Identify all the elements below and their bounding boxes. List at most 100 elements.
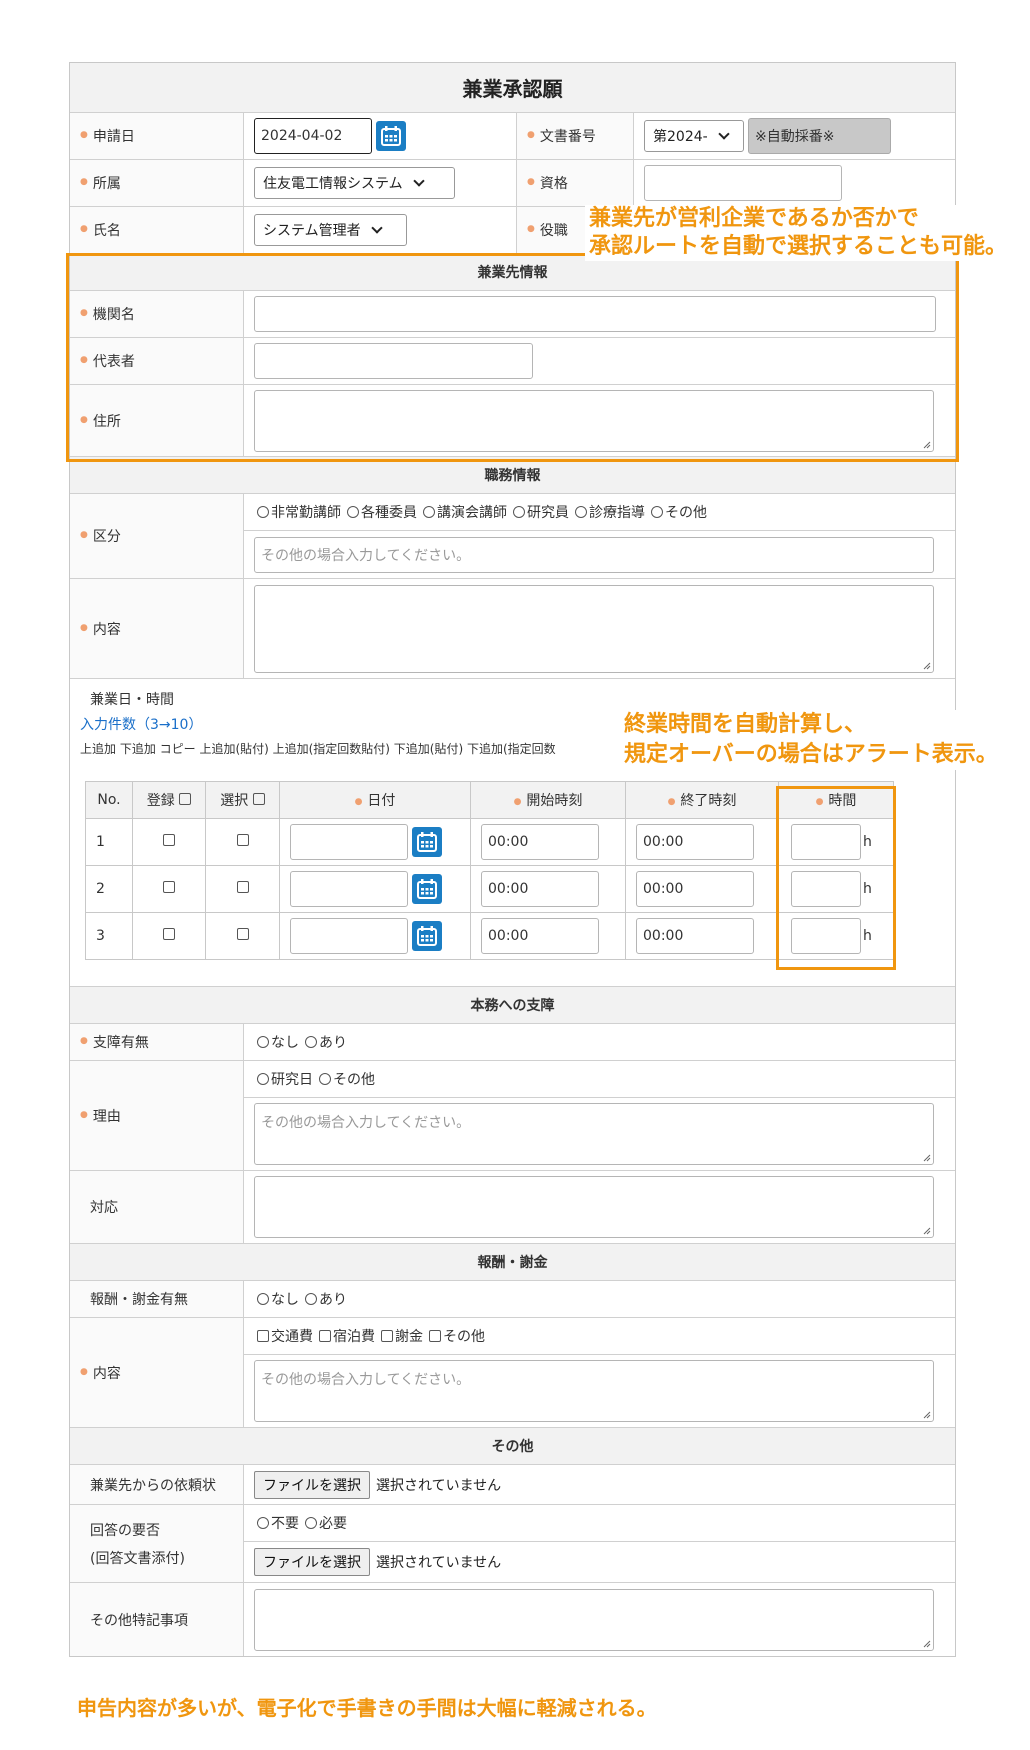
radio-option[interactable]: 研究日 bbox=[257, 1069, 313, 1089]
reward-content-options: 交通費 宿泊費 謝金 その他 bbox=[244, 1318, 955, 1355]
table-row: 2 00:00 00:00 h bbox=[85, 865, 894, 913]
label-qual: ● 資格 bbox=[516, 160, 634, 206]
impact-response-textarea[interactable] bbox=[254, 1176, 934, 1238]
label-date: ● 申請日 bbox=[70, 113, 244, 159]
checkbox-option[interactable]: その他 bbox=[429, 1326, 485, 1346]
checkbox-option[interactable]: 宿泊費 bbox=[319, 1326, 375, 1346]
radio-option[interactable]: 各種委員 bbox=[347, 502, 417, 522]
radio-option[interactable]: なし bbox=[257, 1289, 299, 1309]
radio-option[interactable]: 必要 bbox=[305, 1513, 347, 1533]
row-duty-content: ● 内容 bbox=[70, 579, 955, 679]
select-all-register-checkbox[interactable] bbox=[179, 793, 192, 805]
register-checkbox[interactable] bbox=[163, 928, 175, 940]
schedule-table: No. 登録 選択 ● 日付 ● 開始時刻 ● 終了時刻 ● 時間 1 00:00 00… bbox=[85, 781, 894, 960]
radio-option[interactable]: あり bbox=[305, 1032, 347, 1052]
select-checkbox[interactable] bbox=[236, 881, 249, 893]
radio-option[interactable]: その他 bbox=[319, 1069, 375, 1089]
checkbox-option[interactable]: 交通費 bbox=[257, 1326, 313, 1346]
row-notes: その他特記事項 bbox=[70, 1583, 955, 1656]
duty-kind-options: 非常勤講師 各種委員 講演会講師 研究員 診療指導 その他 bbox=[244, 494, 955, 531]
resize-grip-icon[interactable] bbox=[921, 1638, 931, 1648]
date-input[interactable]: 2024-04-02 bbox=[254, 118, 372, 154]
calendar-icon[interactable] bbox=[412, 874, 442, 904]
start-time-input[interactable]: 00:00 bbox=[481, 871, 599, 907]
file-status: 選択されていません bbox=[376, 1477, 502, 1494]
radio-option[interactable]: あり bbox=[305, 1289, 347, 1309]
radio-option[interactable]: その他 bbox=[651, 502, 707, 522]
section-header-other: その他 bbox=[70, 1428, 955, 1465]
radio-option[interactable]: 診療指導 bbox=[575, 502, 645, 522]
chevron-down-icon bbox=[412, 174, 425, 187]
calendar-icon[interactable] bbox=[412, 921, 442, 951]
row-request-letter: 兼業先からの依頼状 ファイルを選択 選択されていません bbox=[70, 1465, 955, 1505]
row-impact-reason: ● 理由 研究日 その他 その他の場合入力してください。 bbox=[70, 1061, 955, 1171]
chevron-down-icon bbox=[370, 221, 383, 234]
radio-option[interactable]: 講演会講師 bbox=[423, 502, 507, 522]
select-checkbox[interactable] bbox=[236, 834, 249, 846]
impact-reason-options: 研究日 その他 bbox=[244, 1061, 955, 1098]
name-select[interactable]: システム管理者 bbox=[254, 214, 407, 246]
table-header-row: No. 登録 選択 ● 日付 ● 開始時刻 ● 終了時刻 ● 時間 bbox=[85, 781, 894, 819]
form-title: 兼業承認願 bbox=[70, 63, 955, 113]
checkbox-option[interactable]: 謝金 bbox=[381, 1326, 423, 1346]
select-checkbox[interactable] bbox=[236, 928, 249, 940]
org-select[interactable]: 住友電工情報システム bbox=[254, 167, 455, 199]
section-header-impact: 本務への支障 bbox=[70, 987, 955, 1024]
row-date-docno: ● 申請日 2024-04-02 ● 文書番号 第2024- ※自動採番※ bbox=[70, 113, 955, 160]
file-select-button[interactable]: ファイルを選択 bbox=[254, 1548, 370, 1576]
row-reward-content: ● 内容 交通費 宿泊費 謝金 その他 その他の場合入力してください。 bbox=[70, 1318, 955, 1428]
end-time-input[interactable]: 00:00 bbox=[636, 871, 754, 907]
register-checkbox[interactable] bbox=[163, 881, 175, 893]
chevron-down-icon bbox=[718, 127, 730, 140]
calendar-icon[interactable] bbox=[376, 121, 406, 151]
notes-textarea[interactable] bbox=[254, 1588, 934, 1651]
start-time-input[interactable]: 00:00 bbox=[481, 918, 599, 954]
resize-grip-icon[interactable] bbox=[921, 1409, 931, 1419]
table-row: 3 00:00 00:00 h bbox=[85, 912, 894, 960]
highlight-box-employer bbox=[66, 253, 959, 462]
impact-reason-textarea[interactable]: その他の場合入力してください。 bbox=[254, 1103, 934, 1165]
docno-select[interactable]: 第2024- bbox=[644, 120, 744, 152]
qual-input[interactable] bbox=[644, 165, 842, 201]
date-input[interactable] bbox=[290, 918, 408, 954]
row-reward-has: 報酬・謝金有無 なし あり bbox=[70, 1281, 955, 1318]
row-impact-has: ● 支障有無 なし あり bbox=[70, 1024, 955, 1061]
date-input[interactable] bbox=[290, 824, 408, 860]
duty-kind-other-input[interactable]: その他の場合入力してください。 bbox=[254, 536, 934, 573]
reply-options: 不要 必要 bbox=[244, 1505, 955, 1542]
radio-option[interactable]: なし bbox=[257, 1032, 299, 1052]
row-impact-response: 対応 bbox=[70, 1171, 955, 1244]
section-header-duty: 職務情報 bbox=[70, 457, 955, 494]
label-name: ● 氏名 bbox=[70, 207, 244, 253]
highlight-box-hours bbox=[776, 786, 896, 970]
resize-grip-icon[interactable] bbox=[921, 1152, 931, 1162]
register-checkbox[interactable] bbox=[163, 834, 175, 846]
select-all-checkbox[interactable] bbox=[252, 793, 265, 805]
row-org-qual: ● 所属 住友電工情報システム ● 資格 bbox=[70, 160, 955, 207]
start-time-input[interactable]: 00:00 bbox=[481, 824, 599, 860]
reward-content-textarea[interactable]: その他の場合入力してください。 bbox=[254, 1360, 934, 1422]
schedule-count-link[interactable]: 入力件数（3→10） bbox=[80, 714, 202, 734]
radio-option[interactable]: 研究員 bbox=[513, 502, 569, 522]
resize-grip-icon[interactable] bbox=[921, 660, 931, 670]
reward-has-options: なし あり bbox=[244, 1281, 347, 1317]
date-input[interactable] bbox=[290, 871, 408, 907]
impact-has-options: なし あり bbox=[244, 1024, 347, 1060]
end-time-input[interactable]: 00:00 bbox=[636, 918, 754, 954]
end-time-input[interactable]: 00:00 bbox=[636, 824, 754, 860]
annotation-hours: 終業時間を自動計算し、 規定オーバーの場合はアラート表示。 bbox=[620, 710, 1002, 770]
file-select-button[interactable]: ファイルを選択 bbox=[254, 1470, 370, 1499]
docno-auto-field: ※自動採番※ bbox=[748, 118, 891, 154]
calendar-icon[interactable] bbox=[412, 827, 442, 857]
radio-option[interactable]: 不要 bbox=[257, 1513, 299, 1533]
label-org: ● 所属 bbox=[70, 160, 244, 206]
resize-grip-icon[interactable] bbox=[921, 1225, 931, 1235]
row-reply-required: 回答の要否 (回答文書添付) 不要 必要 ファイルを選択 選択されていません bbox=[70, 1505, 955, 1583]
file-status: 選択されていません bbox=[376, 1555, 502, 1571]
schedule-heading: 兼業日・時間 bbox=[90, 692, 174, 708]
duty-content-textarea[interactable] bbox=[254, 584, 934, 673]
row-duty-kind: ● 区分 非常勤講師 各種委員 講演会講師 研究員 診療指導 その他 その他の場合… bbox=[70, 494, 955, 579]
table-row: 1 00:00 00:00 h bbox=[85, 818, 894, 866]
schedule-actions[interactable]: 上追加 下追加 コピー 上追加(貼付) 上追加(指定回数貼付) 下追加(貼付) … bbox=[80, 740, 628, 757]
radio-option[interactable]: 非常勤講師 bbox=[257, 502, 341, 522]
